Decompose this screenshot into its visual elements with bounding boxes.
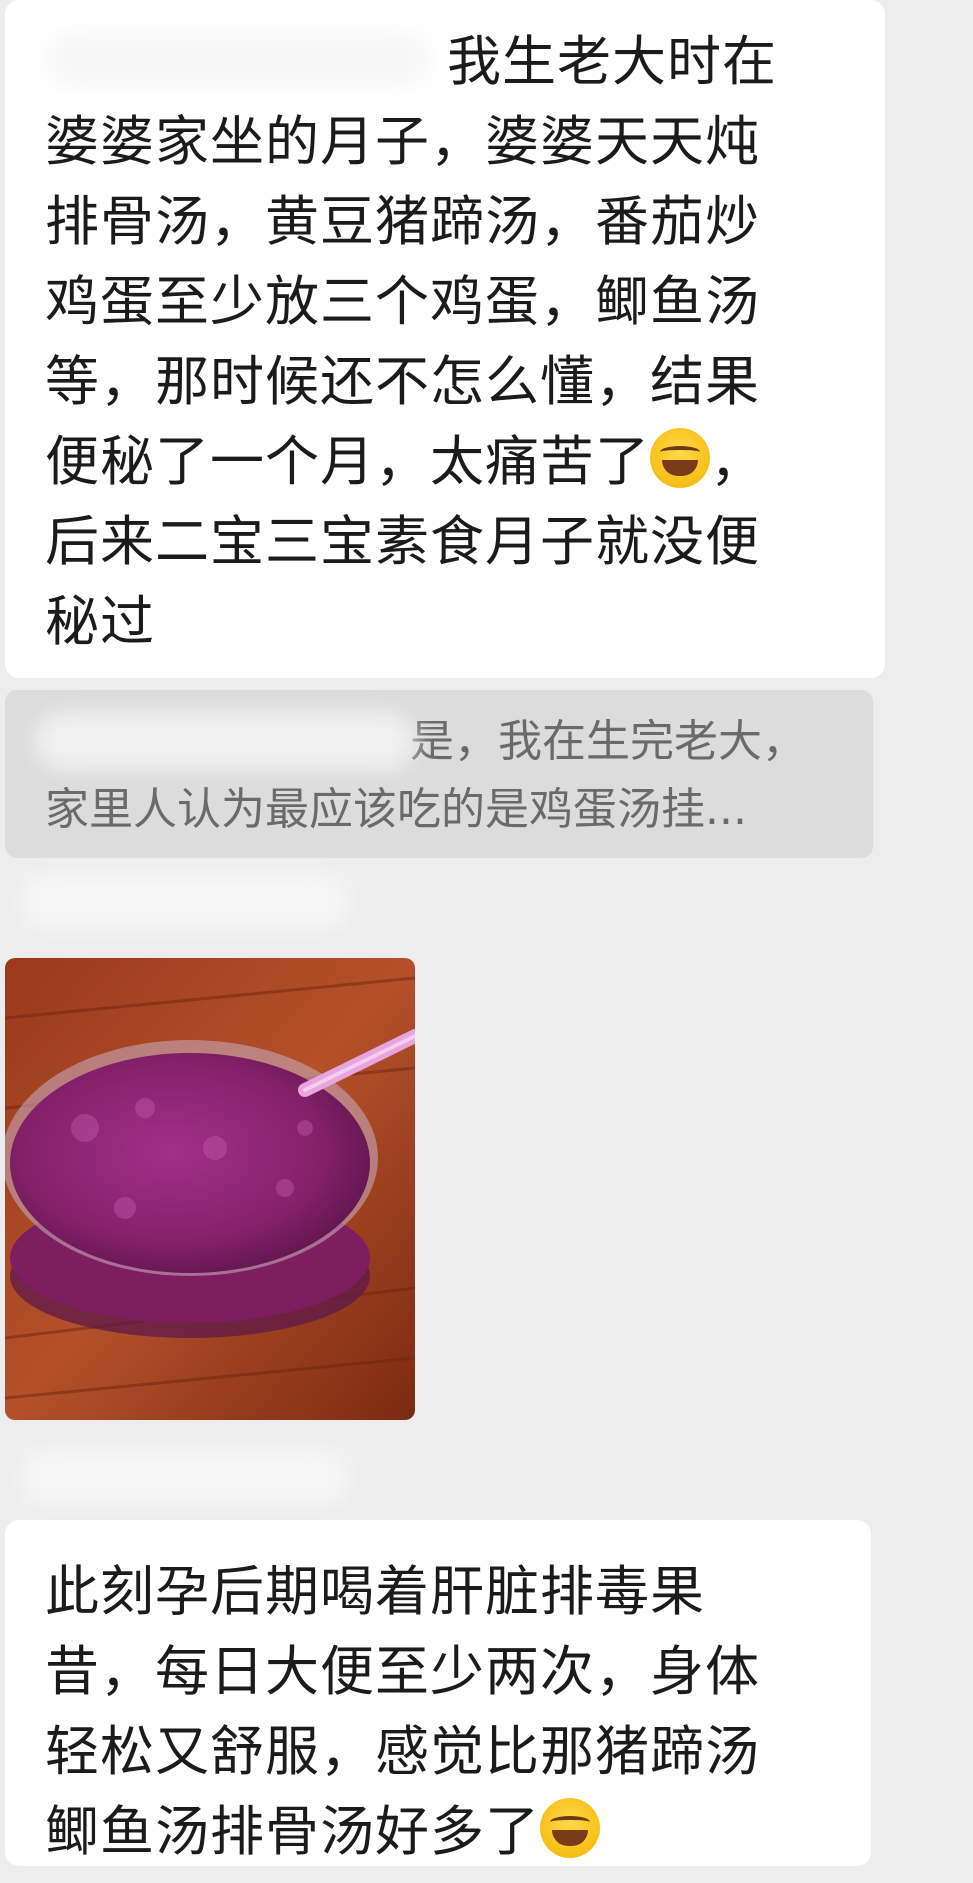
message-bubble-1[interactable]: 我生老大时在 婆婆家坐的月子，婆婆天天炖 排骨汤，黄豆猪蹄汤，番茄炒 鸡蛋至少放… bbox=[5, 0, 885, 678]
smoothie-image bbox=[5, 958, 415, 1420]
smoothie-photo[interactable] bbox=[5, 958, 415, 1420]
face-with-tears-of-joy-icon bbox=[650, 428, 710, 488]
redacted-username bbox=[35, 712, 415, 770]
message-text: 此刻孕后期喝着肝脏排毒果 昔，每日大便至少两次，身体 轻松又舒服，感觉比那猪蹄汤… bbox=[45, 1560, 760, 1863]
quoted-reply-line-2: 家里人认为最应该吃的是鸡蛋汤挂... bbox=[45, 784, 747, 835]
redacted-sender bbox=[20, 872, 350, 930]
redacted-sender bbox=[20, 1448, 350, 1506]
quoted-reply[interactable]: 是，我在生完老大， 家里人认为最应该吃的是鸡蛋汤挂... bbox=[5, 690, 873, 858]
face-with-tears-of-joy-icon bbox=[540, 1798, 600, 1858]
message-text: 我生老大时在 婆婆家坐的月子，婆婆天天炖 排骨汤，黄豆猪蹄汤，番茄炒 鸡蛋至少放… bbox=[45, 30, 777, 653]
message-bubble-2[interactable]: 此刻孕后期喝着肝脏排毒果 昔，每日大便至少两次，身体 轻松又舒服，感觉比那猪蹄汤… bbox=[5, 1520, 871, 1866]
